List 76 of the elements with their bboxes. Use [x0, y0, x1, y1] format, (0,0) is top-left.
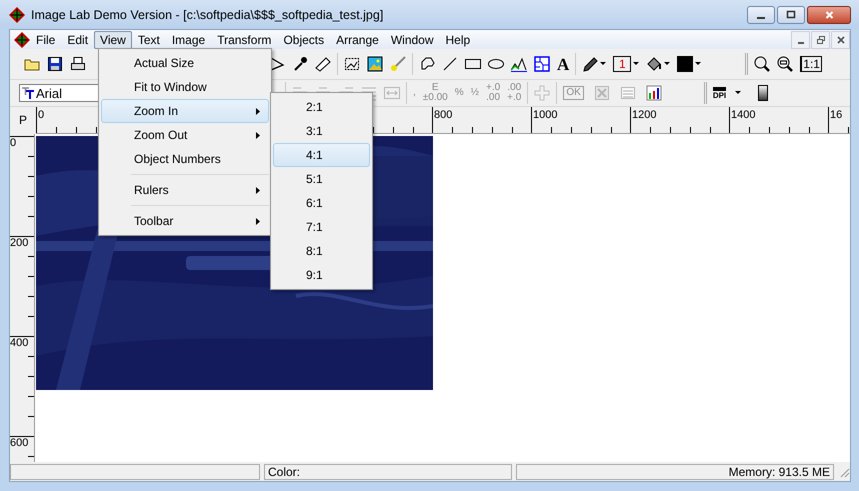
grid-map-icon[interactable] — [534, 56, 550, 72]
caret-icon[interactable] — [695, 62, 702, 66]
ruler-unit: P — [18, 112, 28, 129]
status-text: Memory: 913.5 ME — [516, 464, 834, 480]
menu-item[interactable]: Text — [132, 30, 166, 48]
line-width-button[interactable]: 1 — [613, 56, 632, 72]
menu-item[interactable]: Zoom In — [101, 99, 269, 123]
caret-icon[interactable] — [735, 91, 742, 95]
minimize-button[interactable] — [791, 30, 810, 48]
maximize-button[interactable] — [777, 6, 805, 24]
menu-item[interactable]: 5:1 — [273, 167, 370, 191]
menu-item[interactable]: 7:1 — [273, 215, 370, 239]
vertical-ruler: 0 200 400 600 — [10, 134, 35, 462]
menu-item[interactable]: Rulers — [101, 178, 269, 202]
menu-item[interactable]: View — [94, 30, 132, 48]
line-chart-icon[interactable] — [511, 56, 527, 72]
app-icon — [14, 32, 30, 48]
ruler-icon[interactable] — [315, 56, 331, 72]
menu-item[interactable]: Edit — [61, 30, 94, 48]
menu-item[interactable]: Image — [166, 30, 212, 48]
submenu-arrow-icon — [256, 218, 260, 224]
actual-size-button[interactable]: 1:1 — [800, 56, 822, 72]
close-icon — [824, 10, 834, 20]
dpi-button[interactable]: DPI — [712, 86, 726, 100]
menu-item[interactable]: Transform — [211, 30, 278, 48]
printer-icon[interactable] — [70, 56, 86, 72]
menu-item[interactable]: File — [30, 30, 62, 48]
menu-item[interactable]: 6:1 — [273, 191, 370, 215]
text-tool-button[interactable]: A — [557, 56, 570, 72]
submenu-arrow-icon — [256, 132, 260, 138]
zoom-in-icon[interactable] — [754, 56, 770, 72]
app-icon — [9, 6, 25, 22]
window-title: Image Lab Demo Version - [c:\softpedia\$$$_softpedia_test.jpg] — [31, 8, 384, 22]
menu-item[interactable]: 2:1 — [273, 95, 370, 119]
pipette-icon[interactable] — [292, 56, 308, 72]
color-swatch-icon[interactable] — [677, 56, 694, 72]
close-icon — [836, 34, 846, 44]
image-icon[interactable] — [367, 56, 383, 72]
polygon-icon[interactable] — [419, 56, 435, 72]
submenu-arrow-icon — [256, 108, 260, 114]
minimize-icon — [757, 16, 765, 18]
menu-item[interactable]: Objects — [277, 30, 330, 48]
maximize-icon — [786, 10, 796, 20]
rectangle-icon[interactable] — [465, 56, 481, 72]
menu-item[interactable]: 3:1 — [273, 119, 370, 143]
menu-item[interactable]: Toolbar — [101, 209, 269, 233]
caret-icon[interactable] — [633, 62, 640, 66]
caret-icon[interactable] — [600, 62, 606, 66]
minimize-button[interactable] — [747, 6, 775, 24]
resize-grip-icon[interactable] — [838, 466, 850, 478]
menu-item[interactable]: 9:1 — [273, 263, 370, 287]
bar-chart-icon[interactable] — [646, 85, 662, 101]
dashed-selection-icon[interactable] — [344, 56, 360, 72]
line-icon[interactable] — [442, 56, 458, 72]
ellipse-icon[interactable] — [488, 56, 504, 72]
menu-item[interactable]: 8:1 — [273, 239, 370, 263]
pen-icon[interactable] — [582, 56, 598, 72]
menu-item[interactable]: Help — [440, 30, 476, 48]
menu-item[interactable]: Object Numbers — [101, 147, 269, 171]
menu-item[interactable]: Arrange — [330, 30, 385, 48]
minimize-icon — [798, 42, 804, 44]
paint-bucket-icon[interactable] — [646, 56, 662, 72]
restore-button[interactable] — [811, 30, 830, 48]
zoom-out-icon[interactable] — [777, 56, 794, 72]
submenu-arrow-icon — [256, 186, 260, 194]
menu-item[interactable]: Window — [384, 30, 440, 48]
magic-wand-icon[interactable] — [390, 56, 406, 72]
close-button[interactable] — [807, 6, 851, 24]
restore-icon — [816, 34, 826, 44]
status-text: Color: — [264, 464, 512, 480]
menu-item[interactable]: 4:1 — [273, 143, 370, 167]
caret-icon[interactable] — [664, 62, 670, 66]
truetype-icon — [22, 87, 34, 99]
menu-item[interactable]: Actual Size — [101, 51, 269, 75]
menu-item[interactable]: Fit to Window — [101, 75, 269, 99]
menu-item[interactable]: Zoom Out — [101, 123, 269, 147]
